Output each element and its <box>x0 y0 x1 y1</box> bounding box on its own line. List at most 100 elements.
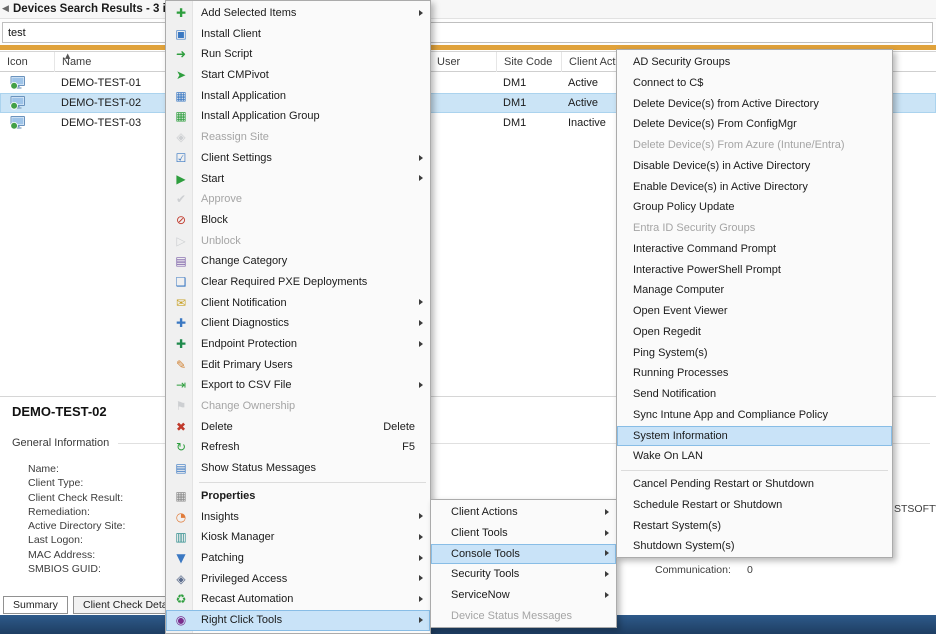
submenu-arrow-icon <box>419 617 423 623</box>
menu-item-unblock: ▷Unblock <box>166 231 430 252</box>
menu-item-right-click-tools[interactable]: ◉ Right Click Tools <box>166 610 430 631</box>
menu-item-properties[interactable]: ▦Properties <box>166 486 430 507</box>
menu-item-delete-device-s-from-configmgr[interactable]: Delete Device(s) From ConfigMgr <box>617 114 892 135</box>
menu-item-open-regedit[interactable]: Open Regedit <box>617 322 892 343</box>
client-settings-icon: ☑ <box>172 148 190 169</box>
cell-site-code: DM1 <box>503 93 526 113</box>
menu-item-label: Running Processes <box>633 367 728 379</box>
menu-item-export-to-csv-file[interactable]: ⇥Export to CSV File <box>166 375 430 396</box>
menu-item-label: Manage Computer <box>633 284 724 296</box>
menu-item-install-application-group[interactable]: ▦ Install Application Group <box>166 106 430 127</box>
device-icon <box>10 75 26 91</box>
menu-item-edit-primary-users[interactable]: ✎Edit Primary Users <box>166 355 430 376</box>
menu-item-block[interactable]: ⊘Block <box>166 210 430 231</box>
submenu-arrow-icon <box>605 571 609 577</box>
menu-item-delete-device-s-from-active-directory[interactable]: Delete Device(s) from Active Directory <box>617 94 892 115</box>
submenu-arrow-icon <box>419 596 423 602</box>
menu-item-sync-intune-app-and-compliance-policy[interactable]: Sync Intune App and Compliance Policy <box>617 405 892 426</box>
menu-item-show-status-messages[interactable]: ▤Show Status Messages <box>166 458 430 479</box>
menu-item-enable-device-s-in-active-directory[interactable]: Enable Device(s) in Active Directory <box>617 177 892 198</box>
menu-item-clear-required-pxe-deployments[interactable]: ❑Clear Required PXE Deployments <box>166 272 430 293</box>
install-application-group-icon: ▦ <box>172 106 190 127</box>
truncated-value-fragment: STSOFTW <box>894 503 936 515</box>
menu-item-label: Send Notification <box>633 388 716 400</box>
menu-item-label: Change Category <box>201 255 287 267</box>
menu-item-install-client[interactable]: ▣Install Client <box>166 24 430 45</box>
menu-item-wake-on-lan[interactable]: Wake On LAN <box>617 446 892 467</box>
menu-item-label: Security Tools <box>451 568 519 580</box>
menu-item-disable-device-s-in-active-directory[interactable]: Disable Device(s) in Active Directory <box>617 156 892 177</box>
menu-item-install-application[interactable]: ▦Install Application <box>166 86 430 107</box>
column-header-user[interactable]: User <box>430 52 497 72</box>
console-tools-submenu: AD Security GroupsConnect to C$Delete De… <box>616 49 893 558</box>
menu-item-privileged-access[interactable]: ◈Privileged Access <box>166 569 430 590</box>
menu-item-client-actions[interactable]: Client Actions <box>431 502 616 523</box>
submenu-arrow-icon <box>605 509 609 515</box>
menu-item-shutdown-system-s[interactable]: Shutdown System(s) <box>617 536 892 557</box>
menu-item-label: Restart System(s) <box>633 520 721 532</box>
menu-item-label: Entra ID Security Groups <box>633 222 755 234</box>
menu-item-interactive-powershell-prompt[interactable]: Interactive PowerShell Prompt <box>617 260 892 281</box>
menu-item-ad-security-groups[interactable]: AD Security Groups <box>617 52 892 73</box>
right-click-tools-icon: ◉ <box>172 610 190 631</box>
menu-item-label: Install Application Group <box>201 110 320 122</box>
right-click-tools-submenu: Client ActionsClient ToolsConsole Tools S… <box>430 499 617 628</box>
menu-item-insights[interactable]: ◔Insights <box>166 507 430 528</box>
submenu-arrow-icon <box>419 299 423 305</box>
menu-item-group-policy-update[interactable]: Group Policy Update <box>617 197 892 218</box>
cmpivot-icon: ➤ <box>172 65 190 86</box>
menu-item-patching[interactable]: ▼Patching <box>166 548 430 569</box>
menu-item-ping-system-s[interactable]: Ping System(s) <box>617 343 892 364</box>
menu-item-label: Change Ownership <box>201 400 295 412</box>
menu-item-delete[interactable]: ✖DeleteDelete <box>166 417 430 438</box>
submenu-arrow-icon <box>419 382 423 388</box>
install-client-icon: ▣ <box>172 24 190 45</box>
menu-item-recast-automation[interactable]: ♻Recast Automation <box>166 589 430 610</box>
menu-item-interactive-command-prompt[interactable]: Interactive Command Prompt <box>617 239 892 260</box>
menu-item-label: Start <box>201 173 224 185</box>
menu-item-add-selected-items[interactable]: ✚Add Selected Items <box>166 3 430 24</box>
menu-item-run-script[interactable]: ➜Run Script <box>166 44 430 65</box>
menu-item-connect-to-c[interactable]: Connect to C$ <box>617 73 892 94</box>
menu-item-restart-system-s[interactable]: Restart System(s) <box>617 516 892 537</box>
menu-item-schedule-restart-or-shutdown[interactable]: Schedule Restart or Shutdown <box>617 495 892 516</box>
submenu-arrow-icon <box>605 530 609 536</box>
menu-item-label: Insights <box>201 511 239 523</box>
menu-item-change-category[interactable]: ▤Change Category <box>166 251 430 272</box>
search-input[interactable] <box>2 22 933 43</box>
menu-item-label: Right Click Tools <box>201 614 282 626</box>
submenu-arrow-icon <box>419 155 423 161</box>
menu-item-console-tools[interactable]: Console Tools <box>431 544 616 565</box>
menu-item-servicenow[interactable]: ServiceNow <box>431 585 616 606</box>
submenu-arrow-icon <box>419 10 423 16</box>
menu-item-cancel-pending-restart-or-shutdown[interactable]: Cancel Pending Restart or Shutdown <box>617 474 892 495</box>
tab-summary[interactable]: Summary <box>3 596 68 614</box>
column-header-site-code[interactable]: Site Code <box>497 52 562 72</box>
submenu-arrow-icon <box>419 320 423 326</box>
menu-item-client-settings[interactable]: ☑Client Settings <box>166 148 430 169</box>
menu-item-client-notification[interactable]: ✉Client Notification <box>166 293 430 314</box>
submenu-arrow-icon <box>419 555 423 561</box>
column-header-icon[interactable]: Icon <box>0 52 55 72</box>
menu-item-refresh[interactable]: ↻RefreshF5 <box>166 437 430 458</box>
submenu-arrow-icon <box>605 550 609 556</box>
menu-item-manage-computer[interactable]: Manage Computer <box>617 280 892 301</box>
menu-item-send-notification[interactable]: Send Notification <box>617 384 892 405</box>
menu-item-kiosk-manager[interactable]: ▥Kiosk Manager <box>166 527 430 548</box>
menu-item-start[interactable]: ▶Start <box>166 169 430 190</box>
menu-item-start-cmpivot[interactable]: ➤Start CMPivot <box>166 65 430 86</box>
collapse-pane-icon[interactable]: ◀ <box>2 4 9 14</box>
menu-item-security-tools[interactable]: Security Tools <box>431 564 616 585</box>
menu-item-label: Cancel Pending Restart or Shutdown <box>633 478 814 490</box>
menu-item-endpoint-protection[interactable]: ✚Endpoint Protection <box>166 334 430 355</box>
menu-item-system-information[interactable]: System Information <box>617 426 892 447</box>
menu-item-label: Add Selected Items <box>201 7 296 19</box>
menu-item-client-tools[interactable]: Client Tools <box>431 523 616 544</box>
menu-item-client-diagnostics[interactable]: ✚Client Diagnostics <box>166 313 430 334</box>
menu-item-running-processes[interactable]: Running Processes <box>617 363 892 384</box>
menu-item-label: Enable Device(s) in Active Directory <box>633 181 808 193</box>
run-script-icon: ➜ <box>172 44 190 65</box>
menu-item-label: AD Security Groups <box>633 56 730 68</box>
menu-item-open-event-viewer[interactable]: Open Event Viewer <box>617 301 892 322</box>
menu-item-label: Block <box>201 214 228 226</box>
